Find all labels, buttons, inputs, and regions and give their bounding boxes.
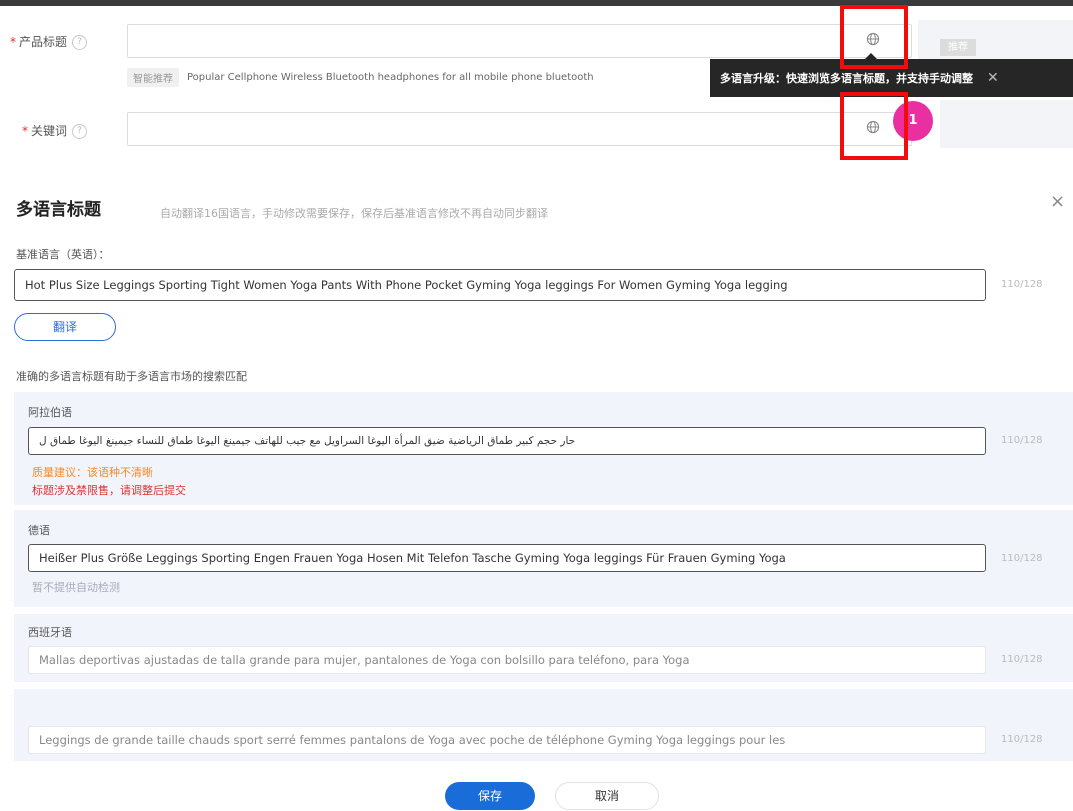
keywords-label-row: * 关键词? xyxy=(22,122,88,139)
cancel-button[interactable]: 取消 xyxy=(555,782,659,810)
language-section-french: Leggings de grande taille chauds sport s… xyxy=(14,689,1073,761)
language-name: 西班牙语 xyxy=(28,626,72,639)
char-count: 110/128 xyxy=(1001,435,1043,446)
help-icon[interactable]: ? xyxy=(72,35,88,50)
restricted-warning: 标题涉及禁限售，请调整后提交 xyxy=(32,484,186,497)
highlight-box xyxy=(840,92,908,160)
close-icon[interactable]: × xyxy=(1050,191,1065,212)
language-section-spanish: 西班牙语 Mallas deportivas ajustadas de tall… xyxy=(14,614,1073,682)
accuracy-hint: 准确的多语言标题有助于多语言市场的搜索匹配 xyxy=(16,370,247,383)
product-title-label-row: * 产品标题? xyxy=(10,33,88,50)
highlight-box xyxy=(840,5,908,69)
right-side-panel-2 xyxy=(940,100,1073,148)
quality-warning: 质量建议：该语种不清晰 xyxy=(32,466,153,479)
base-title-input[interactable]: Hot Plus Size Leggings Sporting Tight Wo… xyxy=(14,269,986,301)
char-count: 110/128 xyxy=(1001,734,1043,745)
side-tag-wrap: 推荐 xyxy=(940,35,976,56)
smart-recommend-tag: 智能推荐 xyxy=(127,68,179,87)
tooltip-close-icon[interactable]: ✕ xyxy=(987,59,999,97)
language-input[interactable]: Leggings de grande taille chauds sport s… xyxy=(28,726,986,754)
language-input[interactable]: Mallas deportivas ajustadas de talla gra… xyxy=(28,646,986,674)
required-mark: * xyxy=(10,35,16,49)
language-name: 德语 xyxy=(28,524,50,537)
base-language-label: 基准语言（英语）： xyxy=(16,248,110,261)
char-count: 110/128 xyxy=(1001,279,1043,290)
char-count: 110/128 xyxy=(1001,654,1043,665)
suggestion-text[interactable]: Popular Cellphone Wireless Bluetooth hea… xyxy=(187,72,594,83)
modal-subtitle: 自动翻译16国语言，手动修改需要保存，保存后基准语言修改不再自动同步翻译 xyxy=(160,207,548,220)
help-icon[interactable]: ? xyxy=(72,124,88,139)
save-button[interactable]: 保存 xyxy=(445,782,535,810)
product-title-input[interactable] xyxy=(127,24,912,58)
required-mark: * xyxy=(22,124,28,138)
language-section-arabic: 阿拉伯语 حار حجم كبير طماق الرياضية ضيق المر… xyxy=(14,392,1073,505)
language-name: 阿拉伯语 xyxy=(28,406,72,419)
side-tag: 推荐 xyxy=(940,39,976,56)
translate-button[interactable]: 翻译 xyxy=(14,313,116,341)
modal-title: 多语言标题 xyxy=(16,200,101,220)
suggestion-row: 智能推荐 Popular Cellphone Wireless Bluetoot… xyxy=(127,68,594,87)
language-section-german: 德语 Heißer Plus Größe Leggings Sporting E… xyxy=(14,510,1073,607)
detection-hint: 暂不提供自动检测 xyxy=(32,581,120,594)
language-input[interactable]: حار حجم كبير طماق الرياضية ضيق المرأة ال… xyxy=(28,427,986,455)
multilang-modal: 多语言标题 自动翻译16国语言，手动修改需要保存，保存后基准语言修改不再自动同步… xyxy=(0,180,1073,811)
keywords-input[interactable] xyxy=(127,112,912,146)
tooltip-text: 多语言升级：快速浏览多语言标题，并支持手动调整 xyxy=(720,72,973,85)
language-input[interactable]: Heißer Plus Größe Leggings Sporting Enge… xyxy=(28,544,986,572)
char-count: 110/128 xyxy=(1001,553,1043,564)
product-title-label: 产品标题 xyxy=(19,35,68,49)
window-top-bar xyxy=(0,0,1073,6)
keywords-label: 关键词 xyxy=(31,124,68,138)
